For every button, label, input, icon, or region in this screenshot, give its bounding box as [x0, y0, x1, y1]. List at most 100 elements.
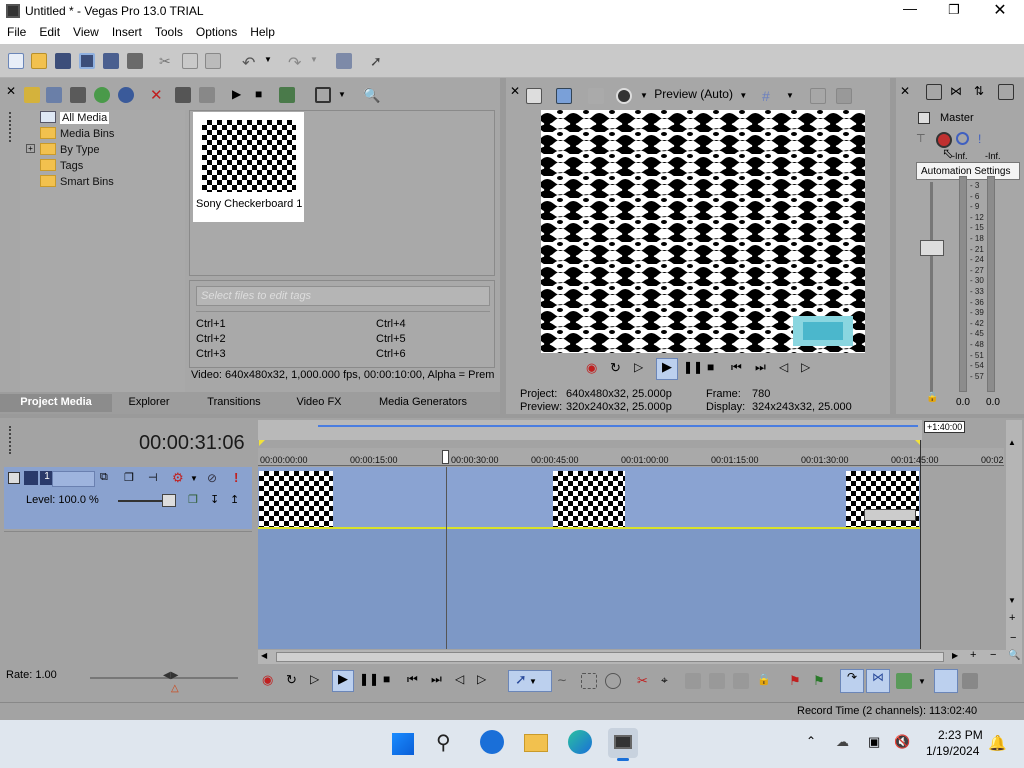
- scrub-bar[interactable]: [258, 420, 922, 440]
- previous-frame-icon[interactable]: ◁: [779, 360, 797, 378]
- scroll-up-icon[interactable]: ▲: [1008, 438, 1016, 447]
- external-monitor-icon[interactable]: [556, 88, 572, 104]
- delete-icon[interactable]: ✂: [637, 673, 653, 689]
- copy-snapshot-icon[interactable]: [810, 88, 826, 104]
- play-icon[interactable]: ▶: [656, 358, 678, 380]
- menu-view[interactable]: View: [66, 22, 105, 39]
- edge-icon[interactable]: [568, 730, 592, 754]
- go-to-end-icon[interactable]: ⏭: [431, 672, 449, 690]
- mixer-properties-icon[interactable]: [926, 84, 942, 100]
- preview-fx-icon[interactable]: [588, 88, 604, 104]
- auto-crossfade-icon[interactable]: ⋈: [866, 669, 890, 693]
- file-explorer-icon[interactable]: [524, 734, 548, 752]
- track-composite-icon[interactable]: ❐: [188, 493, 198, 506]
- selection-tool-icon[interactable]: [581, 673, 597, 689]
- tag-shortcut[interactable]: Ctrl+6: [376, 348, 406, 360]
- fader-lock-icon[interactable]: 🔒: [926, 392, 938, 403]
- master-fader[interactable]: [920, 240, 944, 256]
- rate-slider-thumb[interactable]: ◀▶: [163, 670, 189, 684]
- track-automation-icon[interactable]: ⚙: [172, 470, 184, 486]
- tag-shortcut[interactable]: Ctrl+1: [196, 318, 226, 330]
- track-collapse-icon[interactable]: [8, 472, 20, 484]
- new-file-icon[interactable]: [8, 53, 24, 69]
- search-icon[interactable]: ⚲: [436, 730, 451, 755]
- track-up-icon[interactable]: ↥: [230, 493, 239, 506]
- track-solo-icon[interactable]: !: [234, 470, 238, 485]
- play-from-start-icon[interactable]: ▷: [310, 672, 328, 690]
- menu-options[interactable]: Options: [189, 22, 243, 39]
- show-hidden-icons[interactable]: ⌃: [806, 734, 816, 748]
- open-folder-icon[interactable]: [31, 53, 47, 69]
- insert-region-icon[interactable]: ⚑: [813, 673, 829, 689]
- downmix-icon[interactable]: ⋈: [950, 84, 966, 100]
- go-to-start-icon[interactable]: ⏮: [731, 360, 749, 378]
- enable-snapping-icon[interactable]: ↷: [840, 669, 864, 693]
- tree-item-tags[interactable]: Tags: [40, 159, 83, 174]
- menu-file[interactable]: File: [0, 22, 32, 39]
- tag-shortcut[interactable]: Ctrl+4: [376, 318, 406, 330]
- views-dropdown-icon[interactable]: ▼: [338, 90, 354, 106]
- split-icon[interactable]: [733, 673, 749, 689]
- display-icon[interactable]: ▣: [868, 734, 880, 750]
- track-down-icon[interactable]: ↧: [210, 493, 219, 506]
- loop-icon[interactable]: ↻: [286, 672, 304, 690]
- tab-video-fx[interactable]: Video FX: [286, 394, 352, 412]
- mixer-menu-icon[interactable]: [998, 84, 1014, 100]
- panel-grip[interactable]: [9, 112, 12, 142]
- scroll-left-icon[interactable]: ◀: [261, 651, 267, 660]
- zoom-out-track-icon[interactable]: −: [1010, 632, 1016, 644]
- get-media-icon[interactable]: [70, 87, 86, 103]
- media-item[interactable]: Sony Checkerboard 1: [193, 112, 304, 222]
- next-frame-icon[interactable]: ▷: [801, 360, 819, 378]
- ripple-edit-icon[interactable]: [896, 673, 912, 689]
- track-mute-icon[interactable]: ⊘: [207, 471, 217, 485]
- video-event[interactable]: [625, 471, 846, 527]
- redo-dropdown-icon[interactable]: ▼: [310, 55, 326, 71]
- zoom-tool-icon[interactable]: 🔍: [1008, 650, 1020, 661]
- preview-quality-dropdown[interactable]: ▼ Preview (Auto) ▼: [640, 87, 752, 105]
- overlays-dropdown-icon[interactable]: ▼: [786, 91, 802, 107]
- lock-icon[interactable]: 🔒: [757, 673, 773, 689]
- trim-end-icon[interactable]: [709, 673, 725, 689]
- scroll-down-icon[interactable]: ▼: [1008, 596, 1016, 605]
- tab-media-generators[interactable]: Media Generators: [362, 394, 484, 412]
- ignore-grouping-icon[interactable]: [962, 673, 978, 689]
- stop-icon[interactable]: ■: [707, 360, 725, 378]
- tree-item-smart-bins[interactable]: Smart Bins: [40, 175, 114, 190]
- scroll-thumb[interactable]: [276, 652, 944, 662]
- play-from-start-icon[interactable]: ▷: [634, 360, 652, 378]
- go-to-start-icon[interactable]: ⏮: [407, 672, 425, 690]
- network-icon[interactable]: ☁: [836, 734, 849, 750]
- trim-icon[interactable]: ⌖: [661, 673, 677, 689]
- import-media-icon[interactable]: [24, 87, 40, 103]
- menu-edit[interactable]: Edit: [32, 22, 66, 39]
- edge-preview-icon[interactable]: [480, 730, 504, 754]
- mute-icon[interactable]: [956, 132, 969, 145]
- clock-date[interactable]: 1/19/2024: [926, 744, 979, 758]
- render-icon[interactable]: [103, 53, 119, 69]
- dim-output-icon[interactable]: ⇅: [974, 84, 990, 100]
- expand-icon[interactable]: +: [26, 144, 35, 153]
- stop-icon[interactable]: ■: [383, 672, 401, 690]
- vegas-app-icon[interactable]: [608, 728, 638, 761]
- insert-fx-icon[interactable]: ⊤: [916, 132, 932, 148]
- zoom-out-time-icon[interactable]: −: [990, 649, 996, 661]
- track-automation-dropdown-icon[interactable]: ▼: [190, 474, 198, 483]
- tab-explorer[interactable]: Explorer: [114, 394, 184, 412]
- remove-icon[interactable]: ✕: [150, 86, 166, 104]
- tab-project-media[interactable]: Project Media: [0, 394, 112, 412]
- play-icon[interactable]: ▶: [332, 670, 354, 692]
- insert-marker-icon[interactable]: ⚑: [789, 673, 805, 689]
- track-fx-bypass-icon[interactable]: ⊣: [148, 471, 158, 484]
- save-snapshot-icon[interactable]: [836, 88, 852, 104]
- whats-this-icon[interactable]: ➚: [370, 53, 386, 69]
- vertical-scrollbar[interactable]: ▲ ▼ + −: [1006, 420, 1022, 664]
- pause-icon[interactable]: ❚❚: [683, 360, 703, 378]
- zoom-in-time-icon[interactable]: +: [970, 649, 976, 661]
- pause-icon[interactable]: ❚❚: [359, 672, 379, 690]
- tag-shortcut[interactable]: Ctrl+3: [196, 348, 226, 360]
- zoom-tool-icon[interactable]: [605, 673, 621, 689]
- solo-icon[interactable]: !: [978, 132, 994, 148]
- video-event[interactable]: [335, 471, 553, 527]
- stop-media-icon[interactable]: ■: [255, 87, 271, 103]
